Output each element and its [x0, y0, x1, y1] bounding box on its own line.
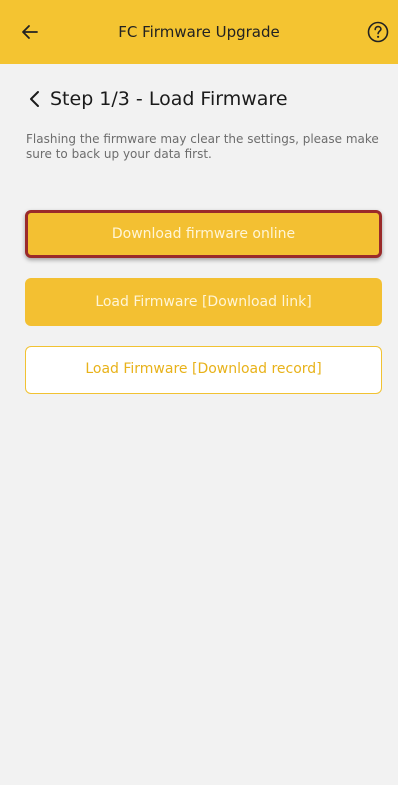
download-firmware-online-button[interactable]: Download firmware online: [25, 210, 382, 258]
warning-text: Flashing the firmware may clear the sett…: [26, 132, 379, 161]
question-circle-icon: [367, 21, 389, 43]
help-button[interactable]: [367, 21, 389, 43]
load-firmware-record-button[interactable]: Load Firmware [Download record]: [25, 346, 382, 394]
load-firmware-link-button[interactable]: Load Firmware [Download link]: [25, 278, 382, 326]
arrow-left-icon: [22, 25, 38, 39]
step-header[interactable]: Step 1/3 - Load Firmware: [28, 86, 288, 112]
app-screen: FC Firmware Upgrade Step 1/3 - Load Firm…: [0, 0, 398, 785]
chevron-left-icon: [30, 91, 39, 107]
top-bar: FC Firmware Upgrade: [0, 0, 398, 64]
page-title: FC Firmware Upgrade: [118, 23, 280, 41]
back-button[interactable]: [18, 20, 42, 44]
step-title: Step 1/3 - Load Firmware: [50, 88, 288, 110]
